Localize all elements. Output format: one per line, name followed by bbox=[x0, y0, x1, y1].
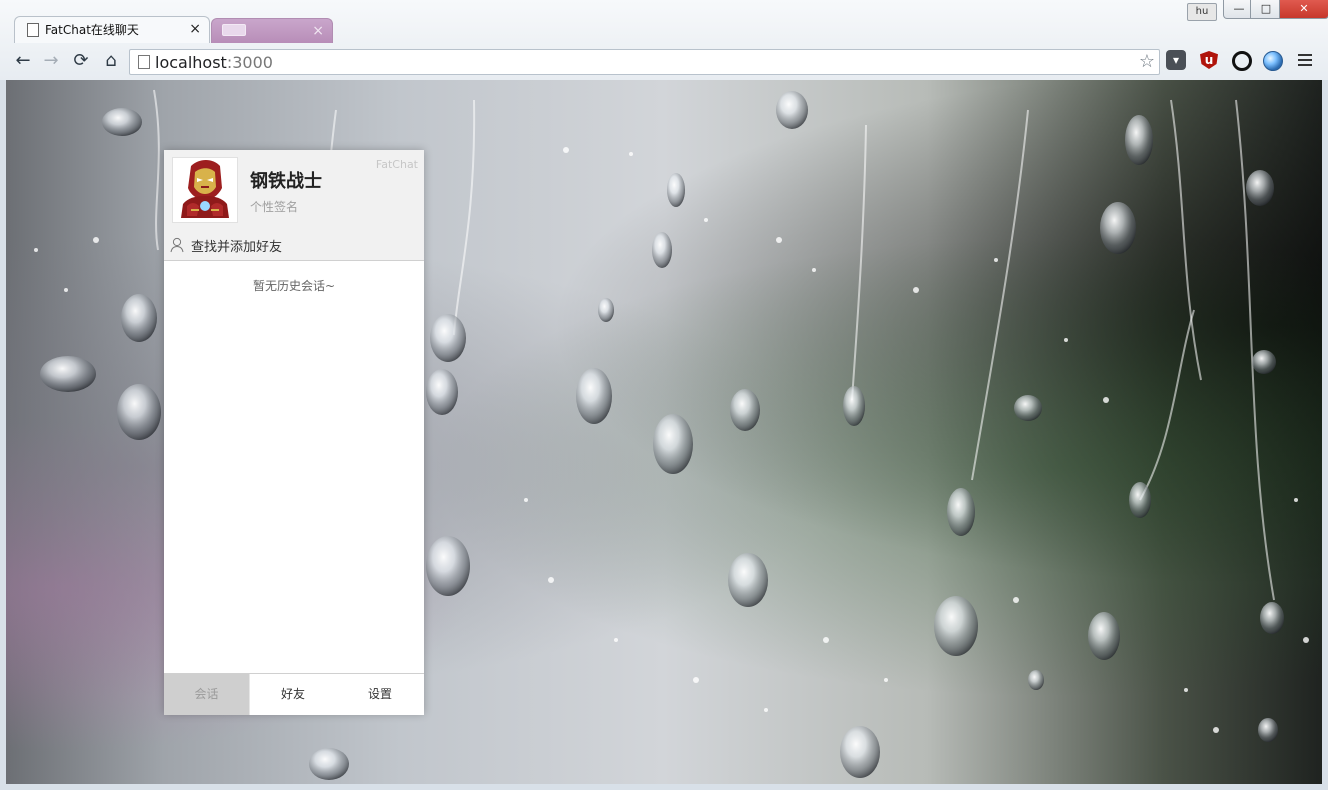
tab-conversations[interactable]: 会话 bbox=[164, 674, 249, 715]
iron-man-avatar-icon bbox=[173, 158, 237, 222]
globe-icon[interactable] bbox=[1263, 51, 1283, 71]
star-icon[interactable]: ☆ bbox=[1139, 51, 1155, 72]
browser-chrome: FatChat在线聊天 × × hu — □ ✕ ← → ⟳ ⌂ localho… bbox=[0, 0, 1328, 81]
chat-panel: FatChat 钢铁战士 个性签名 查找并添加好友 暂无历史会话~ 会话 好友 … bbox=[164, 150, 424, 715]
home-icon[interactable]: ⌂ bbox=[98, 48, 124, 74]
forward-arrow-icon[interactable]: → bbox=[38, 48, 64, 74]
add-friend-row[interactable]: 查找并添加好友 bbox=[164, 230, 424, 261]
browser-tab-active[interactable]: FatChat在线聊天 × bbox=[14, 16, 210, 43]
brand-label: FatChat bbox=[375, 158, 418, 171]
profile-badge[interactable]: hu bbox=[1187, 3, 1217, 21]
find-add-friend-label: 查找并添加好友 bbox=[191, 240, 283, 255]
new-tab-icon bbox=[222, 24, 246, 36]
avatar[interactable] bbox=[172, 157, 238, 223]
user-icon bbox=[170, 237, 184, 253]
window-border-bottom bbox=[0, 784, 1328, 790]
tab-title: FatChat在线聊天 bbox=[45, 23, 139, 37]
reload-icon[interactable]: ⟳ bbox=[68, 48, 94, 74]
address-port: :3000 bbox=[226, 53, 273, 72]
page-icon bbox=[138, 55, 150, 69]
username: 钢铁战士 bbox=[250, 171, 322, 192]
address-bar[interactable]: localhost:3000 ☆ bbox=[129, 49, 1160, 75]
address-host: localhost bbox=[155, 53, 227, 72]
tab-settings[interactable]: 设置 bbox=[336, 674, 424, 715]
close-window-button[interactable]: ✕ bbox=[1279, 0, 1328, 19]
hamburger-menu-icon[interactable] bbox=[1298, 51, 1312, 69]
empty-history-message: 暂无历史会话~ bbox=[252, 279, 336, 293]
address-text[interactable]: localhost:3000 bbox=[155, 53, 273, 72]
window-border-left bbox=[0, 80, 6, 784]
ring-icon[interactable] bbox=[1231, 50, 1252, 71]
tab-friends[interactable]: 好友 bbox=[249, 674, 336, 715]
profile-header: FatChat 钢铁战士 个性签名 bbox=[164, 150, 424, 231]
window-border-right bbox=[1322, 80, 1328, 784]
bottom-tabs: 会话 好友 设置 bbox=[164, 673, 424, 715]
maximize-button[interactable]: □ bbox=[1250, 0, 1282, 19]
tab-close-icon[interactable]: × bbox=[312, 22, 324, 40]
page-icon bbox=[27, 23, 39, 37]
navigation-bar: ← → ⟳ ⌂ localhost:3000 ☆ ▾ u bbox=[0, 42, 1328, 80]
window-topbar: FatChat在线聊天 × × hu — □ ✕ bbox=[0, 0, 1328, 43]
signature[interactable]: 个性签名 bbox=[250, 198, 298, 215]
back-arrow-icon[interactable]: ← bbox=[10, 48, 36, 74]
pocket-icon[interactable]: ▾ bbox=[1166, 50, 1186, 70]
tab-close-icon[interactable]: × bbox=[189, 20, 201, 38]
ublock-origin-icon[interactable]: u bbox=[1199, 50, 1219, 70]
browser-tab-inactive[interactable]: × bbox=[211, 18, 333, 43]
